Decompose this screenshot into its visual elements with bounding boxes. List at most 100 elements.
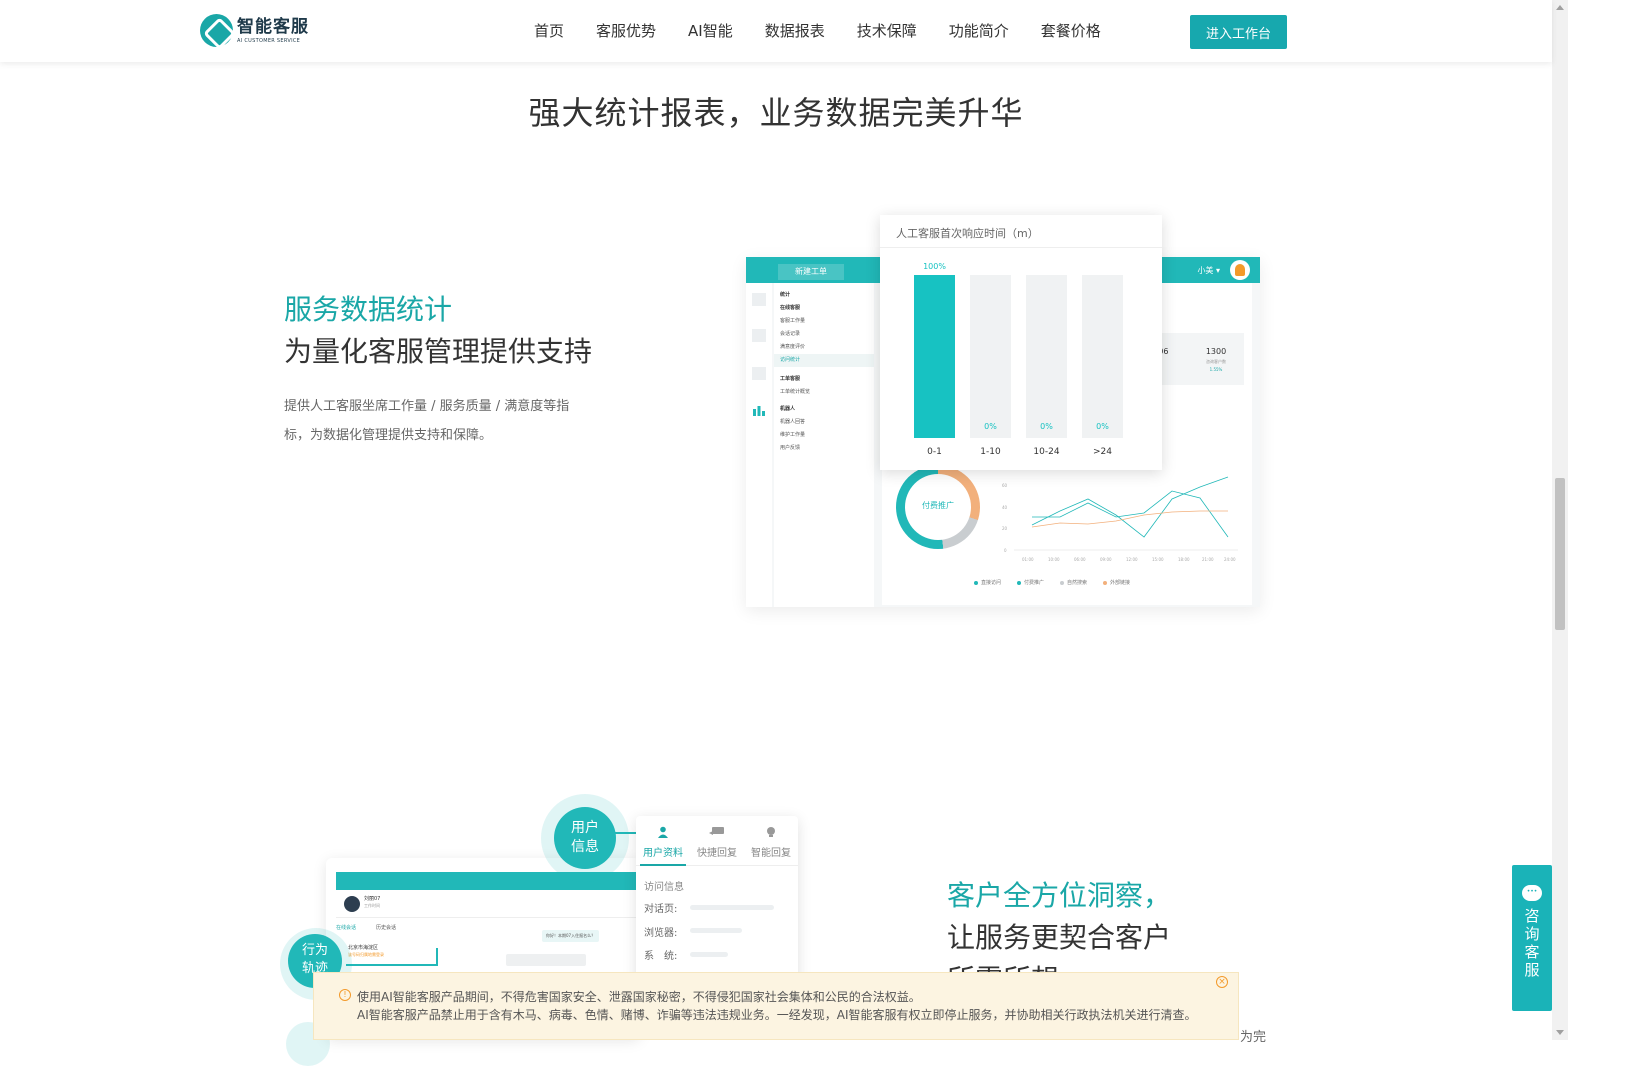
feature-subtitle-insight: 让服务更契合客户 bbox=[947, 921, 1172, 954]
logo-subtitle: AI CUSTOMER SERVICE bbox=[237, 37, 301, 44]
nav-features[interactable]: 功能简介 bbox=[949, 20, 1009, 41]
info-label: 系 统: bbox=[644, 951, 678, 962]
user-info-circle: 用户 信息 bbox=[554, 807, 616, 869]
line-chart: 60 40 20 0 01:00 10:00 06:00 09:00 12:00… bbox=[1002, 476, 1238, 562]
info-label: 浏览器: bbox=[644, 928, 678, 939]
timeline-line bbox=[436, 948, 438, 964]
section-title: 强大统计报表，业务数据完美升华 bbox=[528, 94, 1024, 132]
bar-category-label: 0-1 bbox=[927, 447, 942, 457]
logo[interactable]: 智能客服 AI CUSTOMER SERVICE bbox=[200, 14, 309, 47]
bar-value-label: 0% bbox=[984, 422, 997, 431]
scroll-up-icon[interactable] bbox=[1556, 5, 1564, 10]
feature-description-stats: 提供人工客服坐席工作量 / 服务质量 / 满意度等指标，为数据化管理提供支持和保… bbox=[284, 399, 570, 443]
nav-reports[interactable]: 数据报表 bbox=[765, 20, 825, 41]
close-icon[interactable]: × bbox=[1216, 976, 1228, 988]
tab-label: 快捷回复 bbox=[697, 848, 737, 859]
bar-category-label: 10-24 bbox=[1033, 447, 1060, 457]
stat-label: 咨询客户数 bbox=[1206, 359, 1226, 364]
nav-advantages[interactable]: 客服优势 bbox=[596, 20, 656, 41]
rail-icon bbox=[752, 293, 766, 306]
legend-item: 自然搜索 bbox=[1060, 579, 1087, 586]
x-tick: 21:00 bbox=[1202, 557, 1214, 562]
visitor-location: 北京市海淀区 bbox=[348, 945, 379, 951]
bar-track bbox=[914, 275, 955, 438]
feature-title-stats: 服务数据统计 bbox=[284, 293, 453, 326]
nav-tech[interactable]: 技术保障 bbox=[857, 20, 917, 41]
tab-history: 历史会话 bbox=[376, 925, 397, 931]
sidebar-item: 统计 bbox=[780, 292, 791, 298]
user-info-panel: 用户资料 快捷回复 智能回复 访问信息 对话页: 浏览器: 系 统: bbox=[636, 816, 798, 986]
bar-track bbox=[1082, 275, 1123, 438]
new-ticket-button: 新建工单 bbox=[778, 264, 844, 280]
chat-bubble-icon bbox=[1522, 885, 1542, 901]
circle-text: 用户 bbox=[571, 820, 599, 836]
chat-tabs: 在线会话 历史会话 bbox=[336, 924, 416, 931]
mockup-sidebar: 统计 在线客服 客服工作量 会话记录 满意度评价 访问统计 工单客服 工单统计概… bbox=[774, 283, 874, 607]
notice-line-1: 使用AI智能客服产品期间，不得危害国家安全、泄露国家秘密，不得侵犯国家社会集体和… bbox=[357, 990, 921, 1004]
y-tick: 40 bbox=[1002, 505, 1008, 510]
tab-label: 用户资料 bbox=[643, 848, 683, 859]
enter-workbench-button[interactable]: 进入工作台 bbox=[1190, 15, 1287, 49]
sidebar-item: 机器人 bbox=[780, 406, 796, 412]
y-tick: 60 bbox=[1002, 483, 1008, 488]
sidebar-item: 用户反馈 bbox=[780, 445, 801, 451]
response-time-bar-chart: 人工客服首次响应时间（m） 100% 0-1 0% 1-10 0% 10-24 0% >24 bbox=[880, 215, 1162, 470]
nav-home[interactable]: 首页 bbox=[534, 20, 564, 41]
stat-value: 1300 bbox=[1205, 347, 1227, 356]
x-tick: 10:00 bbox=[1048, 557, 1060, 562]
avatar bbox=[1230, 260, 1250, 280]
legend-item: 直接访问 bbox=[974, 579, 1001, 586]
mockup-icon-rail bbox=[746, 283, 772, 607]
chat-user-name: 刘丽07 bbox=[364, 896, 381, 902]
legend-item: 付费推广 bbox=[1017, 579, 1044, 586]
tab-quick-reply: 快捷回复 bbox=[690, 824, 744, 859]
chat-header: 刘丽07 工作时间 bbox=[336, 890, 636, 918]
y-tick: 0 bbox=[1004, 548, 1007, 553]
bar bbox=[914, 275, 955, 438]
reply-icon bbox=[690, 824, 744, 844]
user-icon bbox=[636, 824, 690, 844]
sidebar-item: 会话记录 bbox=[780, 331, 801, 337]
avatar bbox=[344, 896, 360, 912]
bar-value-label: 100% bbox=[923, 262, 946, 271]
page-scrollbar[interactable] bbox=[1552, 0, 1568, 1040]
nav-pricing[interactable]: 套餐价格 bbox=[1041, 20, 1101, 41]
tab-user-profile: 用户资料 bbox=[636, 824, 690, 866]
logo-title: 智能客服 bbox=[237, 16, 309, 37]
placeholder-bar bbox=[690, 952, 728, 957]
sidebar-item: 机器人回答 bbox=[780, 419, 806, 425]
feature-title-insight: 客户全方位洞察， bbox=[947, 879, 1172, 912]
x-tick: 09:00 bbox=[1100, 557, 1112, 562]
y-tick: 20 bbox=[1002, 526, 1008, 531]
rail-icon bbox=[752, 367, 766, 380]
scroll-down-icon[interactable] bbox=[1556, 1030, 1564, 1035]
feature-subtitle-stats: 为量化客服管理提供支持 bbox=[284, 335, 593, 368]
warning-icon: ! bbox=[339, 989, 351, 1001]
visit-info-heading: 访问信息 bbox=[644, 882, 684, 893]
scroll-thumb[interactable] bbox=[1555, 478, 1565, 630]
stat-card: 1300 咨询客户数 1.55% bbox=[1188, 333, 1244, 385]
consult-service-button[interactable]: 咨询客服 bbox=[1512, 865, 1552, 1011]
stat-change: 1.55% bbox=[1209, 367, 1223, 372]
nav-ai[interactable]: AI智能 bbox=[688, 20, 733, 41]
chart-legend: 直接访问 付费推广 自然搜索 外部链接 bbox=[974, 579, 1146, 586]
top-navbar: 智能客服 AI CUSTOMER SERVICE 首页 客服优势 AI智能 数据… bbox=[0, 0, 1552, 62]
tab-label: 智能回复 bbox=[751, 848, 791, 859]
bar-value-label: 0% bbox=[1096, 422, 1109, 431]
x-tick: 01:00 bbox=[1022, 557, 1034, 562]
sidebar-item-active: 访问统计 bbox=[774, 354, 874, 367]
tab-online: 在线会话 bbox=[336, 925, 357, 931]
donut-label: 付费推广 bbox=[922, 501, 954, 510]
mockup-user: 小美 ▾ bbox=[1197, 266, 1220, 275]
bar-category-label: 1-10 bbox=[980, 447, 1001, 457]
user-panel-tabs: 用户资料 快捷回复 智能回复 bbox=[636, 824, 798, 866]
bar-track bbox=[970, 275, 1011, 438]
bar-category-label: >24 bbox=[1093, 447, 1112, 457]
bar-track bbox=[1026, 275, 1067, 438]
x-tick: 12:00 bbox=[1126, 557, 1138, 562]
bulb-icon bbox=[744, 824, 798, 844]
notice-line-2: AI智能客服产品禁止用于含有木马、病毒、色情、赌博、诈骗等违法违规业务。一经发现… bbox=[357, 1008, 1197, 1022]
sidebar-item: 工单统计概览 bbox=[780, 389, 811, 395]
placeholder-bar bbox=[690, 905, 774, 910]
x-tick: 15:00 bbox=[1152, 557, 1164, 562]
